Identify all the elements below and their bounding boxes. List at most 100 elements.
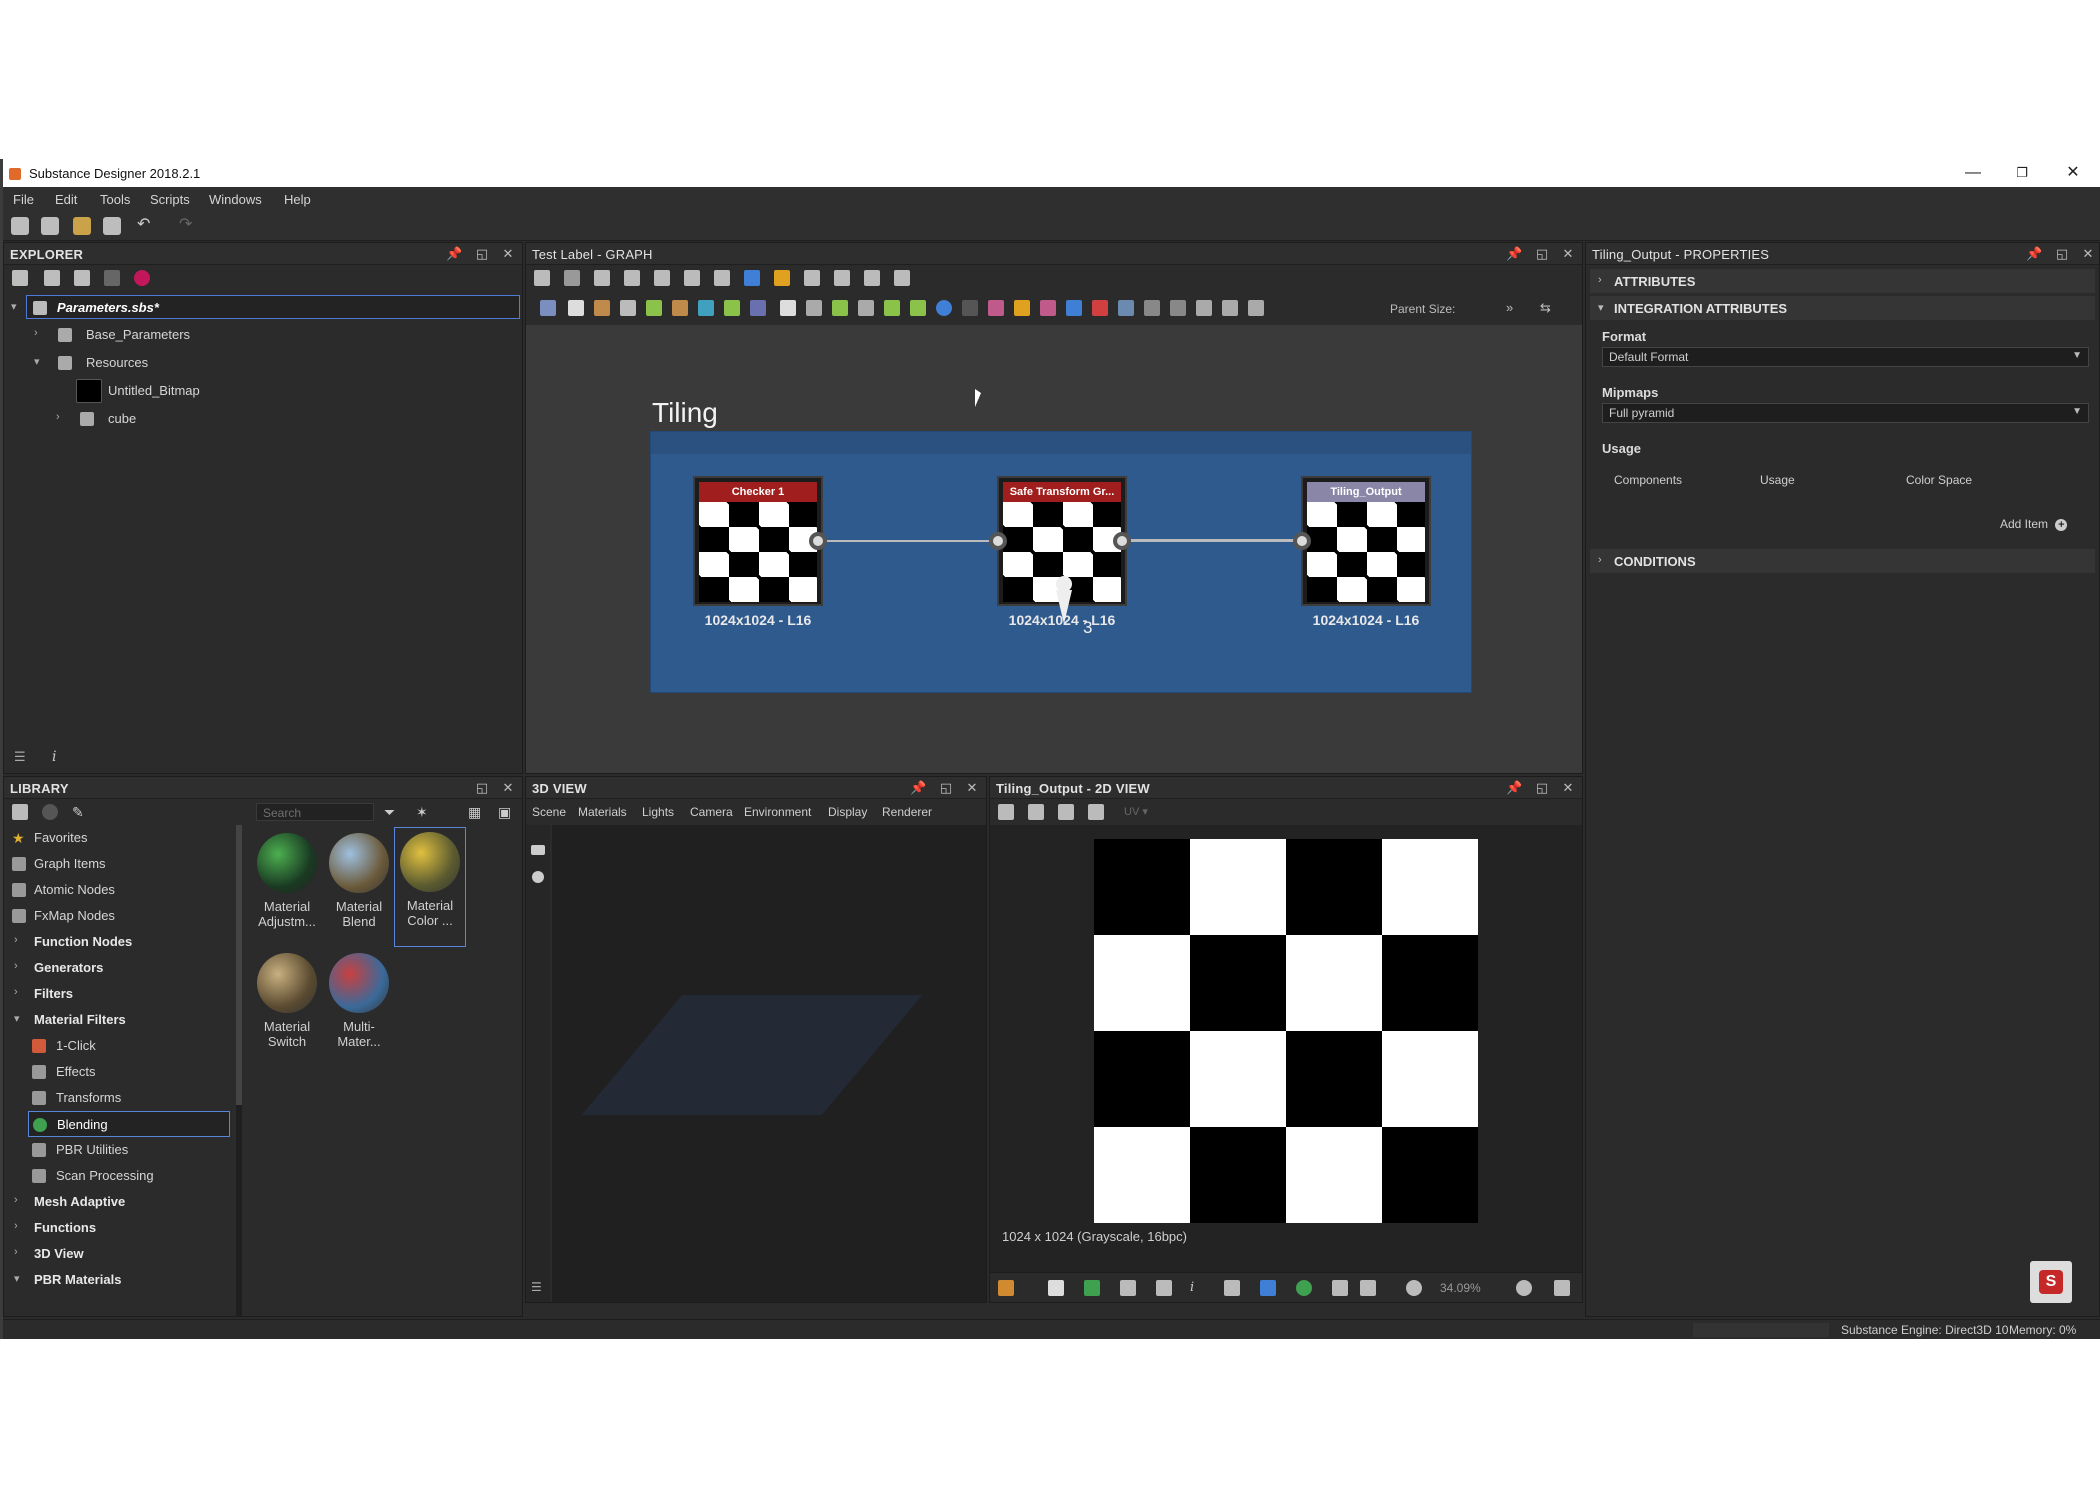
menu-tools[interactable]: Tools	[100, 192, 130, 207]
text-icon[interactable]	[1040, 300, 1056, 316]
tree-view-icon[interactable]: ☰	[14, 749, 26, 765]
pin-icon[interactable]: 📌	[1506, 780, 1522, 796]
view2d-viewport[interactable]: 1024 x 1024 (Grayscale, 16bpc)	[990, 825, 1582, 1302]
float-icon[interactable]: ◱	[938, 780, 954, 796]
info-icon[interactable]: i	[52, 749, 56, 765]
shuffle-icon[interactable]	[620, 300, 636, 316]
collapse-icon[interactable]: ▾	[11, 300, 17, 313]
library-splitter[interactable]	[236, 825, 242, 1316]
menu-lights[interactable]: Lights	[642, 805, 674, 819]
lib-category-3d-view[interactable]: › 3D View	[4, 1241, 230, 1267]
normal-icon[interactable]	[1014, 300, 1030, 316]
lib-sub-scan-processing[interactable]: Scan Processing	[4, 1163, 230, 1189]
save-image-icon[interactable]	[1028, 804, 1044, 820]
lib-category-filters[interactable]: › Filters	[4, 981, 230, 1007]
lock-icon[interactable]	[1554, 1280, 1570, 1296]
connection-link[interactable]	[827, 540, 999, 542]
new-graph-icon[interactable]	[41, 217, 59, 235]
publish-icon[interactable]	[74, 270, 90, 286]
close-icon[interactable]: ✕	[2080, 246, 2096, 262]
connection-link[interactable]	[1131, 539, 1303, 542]
menu-environment[interactable]: Environment	[744, 805, 811, 819]
lib-sub-pbr-utilities[interactable]: PBR Utilities	[4, 1137, 230, 1163]
hsl-icon[interactable]	[884, 300, 900, 316]
close-icon[interactable]: ✕	[964, 780, 980, 796]
more-icon[interactable]: »	[1506, 300, 1513, 315]
thumb-material-blend[interactable]: Material Blend	[324, 829, 394, 929]
lib-category-mesh-adaptive[interactable]: › Mesh Adaptive	[4, 1189, 230, 1215]
close-icon[interactable]: ✕	[1560, 246, 1576, 262]
zoom-level[interactable]: 34.09%	[1440, 1281, 1481, 1295]
lib-category-fxmap-nodes[interactable]: FxMap Nodes	[4, 903, 230, 929]
lib-sub-effects[interactable]: Effects	[4, 1059, 230, 1085]
python-icon[interactable]	[744, 270, 760, 286]
favorite-filter-icon[interactable]: ✶	[416, 804, 432, 820]
camera-icon[interactable]	[531, 845, 545, 855]
format-dropdown[interactable]: Default Format ▼	[1602, 347, 2089, 367]
tree-item-base-parameters[interactable]: › Base_Parameters	[4, 323, 522, 347]
color-icon[interactable]	[1084, 1280, 1100, 1296]
input-port[interactable]	[989, 532, 1007, 550]
expand-icon[interactable]: ›	[56, 411, 60, 423]
pin-icon[interactable]: 📌	[910, 780, 926, 796]
close-icon[interactable]: ✕	[500, 246, 516, 262]
lib-category-atomic-nodes[interactable]: Atomic Nodes	[4, 877, 230, 903]
navigation-icon[interactable]	[1222, 300, 1238, 316]
pin-icon[interactable]: 📌	[1506, 246, 1522, 262]
comment-icon[interactable]	[1196, 300, 1212, 316]
branch-icon[interactable]	[804, 270, 820, 286]
fxmap-icon[interactable]	[832, 300, 848, 316]
input-port[interactable]	[1293, 532, 1311, 550]
grid-icon[interactable]	[780, 300, 796, 316]
tree-item-untitled-bitmap[interactable]: Untitled_Bitmap	[4, 379, 522, 403]
tree-view-icon[interactable]: ☰	[531, 1280, 542, 1294]
blur-icon[interactable]	[750, 300, 766, 316]
output-port[interactable]	[1113, 532, 1131, 550]
lib-category-generators[interactable]: › Generators	[4, 955, 230, 981]
menu-edit[interactable]: Edit	[55, 192, 77, 207]
menu-camera[interactable]: Camera	[690, 805, 733, 819]
lib-category-function-nodes[interactable]: › Function Nodes	[4, 929, 230, 955]
frame-all-icon[interactable]	[534, 270, 550, 286]
lib-category-pbr-materials[interactable]: ▾ PBR Materials	[4, 1267, 230, 1293]
open-icon[interactable]	[73, 217, 91, 235]
menu-file[interactable]: File	[13, 192, 34, 207]
layout-icon[interactable]	[684, 270, 700, 286]
export-image-icon[interactable]	[998, 804, 1014, 820]
layout-icon[interactable]: ▣	[498, 804, 514, 820]
transform-icon[interactable]	[698, 300, 714, 316]
output-port[interactable]	[809, 532, 827, 550]
reroute-icon[interactable]	[1248, 300, 1264, 316]
image-icon[interactable]	[1260, 1280, 1276, 1296]
search-icon[interactable]	[654, 270, 670, 286]
channels-icon[interactable]	[998, 1280, 1014, 1296]
warp-icon[interactable]	[988, 300, 1004, 316]
float-icon[interactable]: ◱	[1534, 780, 1550, 796]
pin-node-icon[interactable]	[1170, 300, 1186, 316]
substance-share-button[interactable]: S	[2030, 1261, 2072, 1303]
tree-item-cube[interactable]: › cube	[4, 407, 522, 431]
thumb-material-switch[interactable]: Material Switch	[252, 949, 322, 1049]
share-icon[interactable]	[1088, 804, 1104, 820]
lib-sub-blending[interactable]: Blending	[28, 1111, 230, 1137]
lib-sub-1-click[interactable]: 1-Click	[4, 1033, 230, 1059]
levels-icon[interactable]	[910, 300, 926, 316]
edit-icon[interactable]: ✎	[72, 804, 88, 820]
redo-icon[interactable]: ↷	[179, 214, 197, 233]
section-attributes[interactable]: › ATTRIBUTES	[1590, 269, 2095, 293]
color-wheel-icon[interactable]	[936, 300, 952, 316]
float-icon[interactable]: ◱	[1534, 246, 1550, 262]
zoom-in-icon[interactable]	[1516, 1280, 1532, 1296]
add-item-button[interactable]: Add Item +	[2000, 517, 2068, 531]
new-package-icon[interactable]	[11, 217, 29, 235]
filter-icon[interactable]: ⏷	[384, 804, 400, 820]
float-icon[interactable]: ◱	[474, 246, 490, 262]
substance-share-icon[interactable]	[134, 270, 150, 286]
undo-icon[interactable]: ↶	[137, 214, 155, 233]
lib-category-graph-items[interactable]: Graph Items	[4, 851, 230, 877]
graph-canvas[interactable]: Tiling Checker 1 1024x1024 - L16 Safe Tr…	[526, 325, 1582, 773]
mipmaps-dropdown[interactable]: Full pyramid ▼	[1602, 403, 2089, 423]
float-icon[interactable]: ◱	[2054, 246, 2070, 262]
lib-sub-transforms[interactable]: Transforms	[4, 1085, 230, 1111]
menu-display[interactable]: Display	[828, 805, 867, 819]
